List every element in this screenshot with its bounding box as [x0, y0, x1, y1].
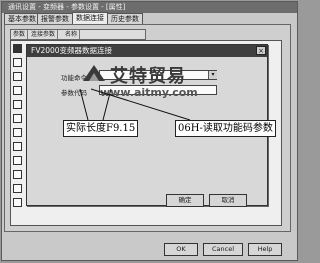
- cancel-button[interactable]: Cancel: [203, 243, 243, 256]
- help-button[interactable]: Help: [248, 243, 282, 256]
- ok-button[interactable]: OK: [164, 243, 198, 256]
- callout-read-function-code: 06H-读取功能码参数: [175, 120, 276, 137]
- callout-actual-length: 实际长度F9.15: [63, 120, 139, 137]
